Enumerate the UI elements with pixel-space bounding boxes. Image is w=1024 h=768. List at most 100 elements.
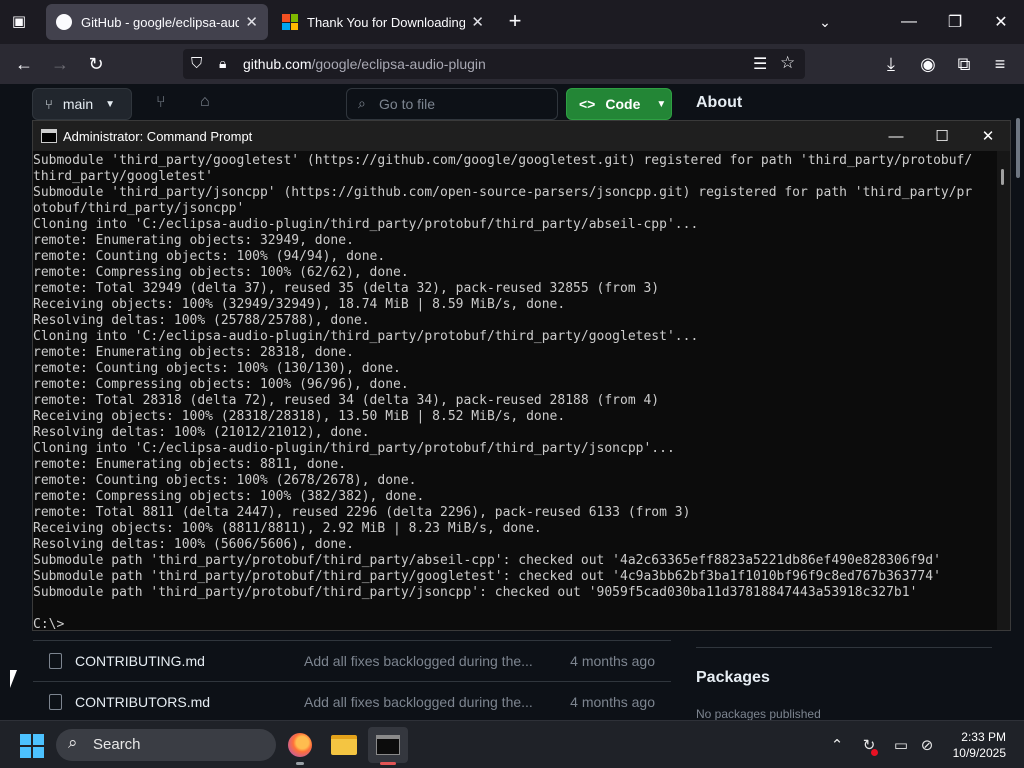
console-line: otobuf/third_party/jsoncpp' xyxy=(33,201,245,216)
code-icon: <> xyxy=(579,96,596,112)
microsoft-favicon-icon xyxy=(282,14,298,30)
maximize-icon[interactable]: ☐ xyxy=(919,121,965,151)
search-label: Search xyxy=(93,736,141,753)
console-line: Cloning into 'C:/eclipsa-audio-plugin/th… xyxy=(33,217,699,232)
console-line: third_party/googletest' xyxy=(33,169,214,184)
extensions-icon[interactable]: ⧉ xyxy=(949,50,979,78)
close-icon[interactable]: ✕ xyxy=(471,13,484,31)
clock[interactable]: 2:33 PM 10/9/2025 xyxy=(953,729,1006,761)
search-icon: ⌕ xyxy=(68,733,78,752)
file-icon xyxy=(49,653,62,669)
tags-icon[interactable]: ⌂ xyxy=(200,93,210,111)
cmd-title-bar[interactable]: Administrator: Command Prompt — ☐ ✕ xyxy=(33,121,1010,151)
commit-date: 4 months ago xyxy=(570,694,655,710)
console-line: remote: Counting objects: 100% (2678/267… xyxy=(33,473,417,488)
branch-name: main xyxy=(62,96,94,112)
file-icon xyxy=(49,694,62,710)
forward-arrow-icon[interactable]: → xyxy=(45,50,75,78)
close-icon[interactable]: ✕ xyxy=(965,121,1011,151)
tab-title: GitHub - google/eclipsa-audio- xyxy=(81,14,240,30)
taskbar: ⌕ Search ⌃ ↻ ▭ ⊘ 2:33 PM 10/9/2025 xyxy=(0,720,1024,768)
active-indicator xyxy=(380,762,396,765)
console-line: Cloning into 'C:/eclipsa-audio-plugin/th… xyxy=(33,329,699,344)
caret-down-icon: ▼ xyxy=(105,98,116,110)
console-line: Resolving deltas: 100% (21012/21012), do… xyxy=(33,425,370,440)
tab-thank-you[interactable]: Thank You for Downloading Vis ✕ xyxy=(272,4,494,40)
console-line: Cloning into 'C:/eclipsa-audio-plugin/th… xyxy=(33,441,675,456)
tab-list-icon[interactable]: ▣ xyxy=(8,12,30,32)
console-line: remote: Counting objects: 100% (94/94), … xyxy=(33,249,386,264)
active-indicator xyxy=(296,762,304,765)
console-line: C:\> xyxy=(33,617,65,632)
close-icon[interactable]: ✕ xyxy=(245,13,258,31)
branch-selector[interactable]: ⑂ main ▼ xyxy=(32,88,132,120)
taskbar-search[interactable]: ⌕ Search xyxy=(56,729,276,761)
console-line: remote: Compressing objects: 100% (382/3… xyxy=(33,489,425,504)
console-line: Submodule path 'third_party/protobuf/thi… xyxy=(33,569,941,584)
file-row[interactable]: CONTRIBUTING.md Add all fixes backlogged… xyxy=(33,640,671,681)
back-arrow-icon[interactable]: ← xyxy=(9,50,39,78)
file-explorer-icon[interactable] xyxy=(324,727,364,763)
reload-icon[interactable]: ↻ xyxy=(81,50,111,78)
new-tab-button[interactable]: + xyxy=(502,10,528,34)
sidebar-divider xyxy=(696,647,992,648)
about-heading: About xyxy=(696,94,743,111)
chevron-up-icon[interactable]: ⌃ xyxy=(825,733,849,757)
console-text: Submodule 'third_party/googletest' (http… xyxy=(33,153,995,633)
page-scrollbar[interactable] xyxy=(1016,118,1020,178)
commit-message[interactable]: Add all fixes backlogged during the... xyxy=(304,653,533,669)
address-bar[interactable]: ⛉ 🔒︎ github.com/google/eclipsa-audio-plu… xyxy=(183,49,805,79)
file-name[interactable]: CONTRIBUTING.md xyxy=(75,653,205,669)
mouse-pointer-icon xyxy=(10,670,17,688)
console-line: remote: Total 32949 (delta 37), reused 3… xyxy=(33,281,660,296)
scrollbar-thumb[interactable] xyxy=(1001,169,1004,185)
url-host: github.com xyxy=(243,56,312,72)
close-window-icon[interactable]: ✕ xyxy=(978,0,1024,44)
bookmark-star-icon[interactable]: ☆ xyxy=(780,53,795,73)
restore-icon[interactable]: ❐ xyxy=(932,0,978,44)
terminal-icon[interactable] xyxy=(368,727,408,763)
network-icon[interactable]: ▭ xyxy=(889,733,913,757)
command-prompt-window[interactable]: Administrator: Command Prompt — ☐ ✕ Subm… xyxy=(32,120,1011,633)
account-icon[interactable]: ◉ xyxy=(913,50,943,78)
downloads-icon[interactable]: ⤓ xyxy=(876,50,906,78)
minimize-icon[interactable]: — xyxy=(873,121,919,151)
packages-empty-text: No packages published xyxy=(696,707,821,721)
firefox-icon[interactable] xyxy=(280,727,320,763)
tab-github[interactable]: GitHub - google/eclipsa-audio- ✕ xyxy=(46,4,268,40)
commit-message[interactable]: Add all fixes backlogged during the... xyxy=(304,694,533,710)
commit-date: 4 months ago xyxy=(570,653,655,669)
packages-heading[interactable]: Packages xyxy=(696,669,770,687)
console-output[interactable]: Submodule 'third_party/googletest' (http… xyxy=(33,153,995,633)
go-to-file-placeholder: Go to file xyxy=(379,96,436,112)
branch-icon: ⑂ xyxy=(45,96,53,112)
shield-icon[interactable]: ⛉ xyxy=(191,55,202,72)
tab-title: Thank You for Downloading Vis xyxy=(307,14,466,30)
console-line: Submodule path 'third_party/protobuf/thi… xyxy=(33,553,941,568)
volume-muted-icon[interactable]: ⊘ xyxy=(915,733,939,757)
console-line: remote: Total 8811 (delta 2447), reused … xyxy=(33,505,691,520)
cmd-app-icon xyxy=(41,129,57,143)
code-button[interactable]: <> Code ▼ xyxy=(566,88,672,120)
lock-icon[interactable]: 🔒︎ xyxy=(219,55,226,72)
url-text[interactable]: github.com/google/eclipsa-audio-plugin xyxy=(243,56,486,72)
console-line: remote: Enumerating objects: 32949, done… xyxy=(33,233,354,248)
minimize-icon[interactable]: — xyxy=(886,0,932,44)
browser-navigation-bar: ← → ↻ ⛉ 🔒︎ github.com/google/eclipsa-aud… xyxy=(0,44,1024,84)
console-line: Resolving deltas: 100% (25788/25788), do… xyxy=(33,313,370,328)
go-to-file-input[interactable]: ⌕ Go to file xyxy=(346,88,558,120)
url-path: /google/eclipsa-audio-plugin xyxy=(311,56,486,72)
branches-icon[interactable]: ⑂ xyxy=(156,94,166,112)
tab-overflow-chevron-icon[interactable]: ⌄ xyxy=(802,0,848,44)
menu-icon[interactable]: ≡ xyxy=(985,50,1015,78)
code-label: Code xyxy=(605,96,641,112)
start-windows-icon[interactable] xyxy=(20,734,44,758)
console-scrollbar[interactable] xyxy=(997,151,1010,630)
reader-view-icon[interactable]: ☰ xyxy=(753,54,767,74)
search-icon: ⌕ xyxy=(358,95,366,111)
file-row[interactable]: CONTRIBUTORS.md Add all fixes backlogged… xyxy=(33,681,671,722)
console-line: Receiving objects: 100% (28318/28318), 1… xyxy=(33,409,566,424)
console-line: Resolving deltas: 100% (5606/5606), done… xyxy=(33,537,354,552)
file-name[interactable]: CONTRIBUTORS.md xyxy=(75,694,210,710)
